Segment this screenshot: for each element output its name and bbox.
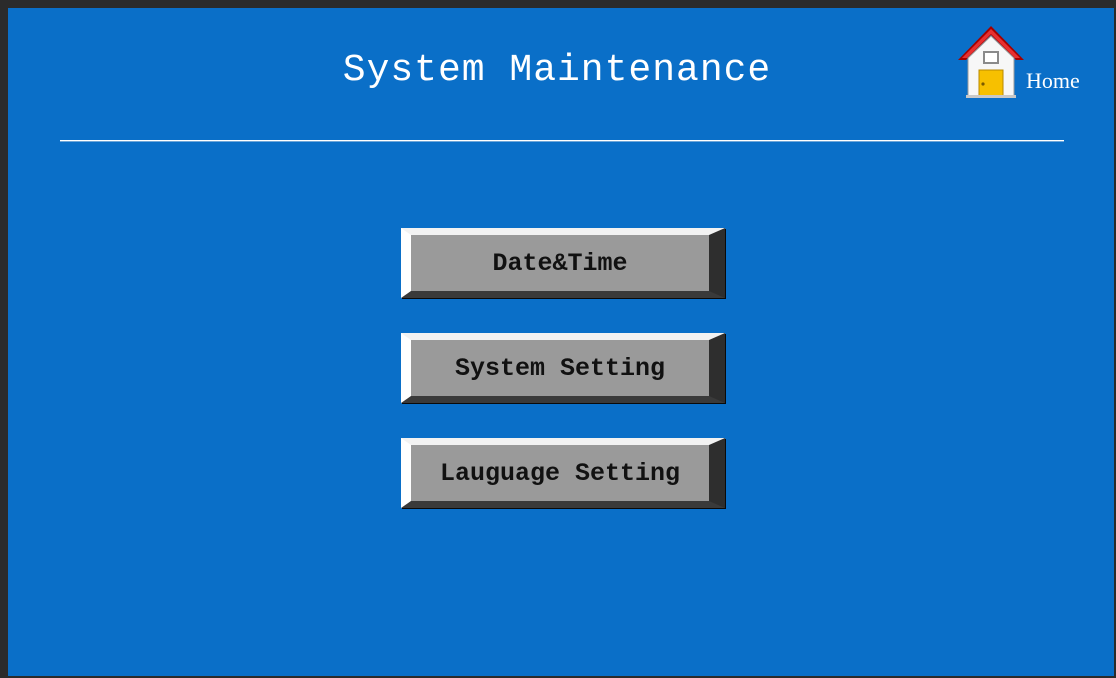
- maintenance-screen: System Maintenance Home Date&Time System…: [0, 0, 1116, 678]
- page-title: System Maintenance: [342, 49, 772, 92]
- home-button[interactable]: Home: [956, 22, 1096, 102]
- date-time-button[interactable]: Date&Time: [401, 228, 725, 298]
- system-setting-button[interactable]: System Setting: [401, 333, 725, 403]
- divider: [60, 140, 1064, 142]
- language-setting-button-label: Lauguage Setting: [439, 458, 681, 488]
- system-setting-button-label: System Setting: [454, 353, 666, 383]
- home-icon: [958, 26, 1024, 98]
- home-label: Home: [1026, 68, 1080, 93]
- language-setting-button[interactable]: Lauguage Setting: [401, 438, 725, 508]
- date-time-button-label: Date&Time: [492, 248, 628, 278]
